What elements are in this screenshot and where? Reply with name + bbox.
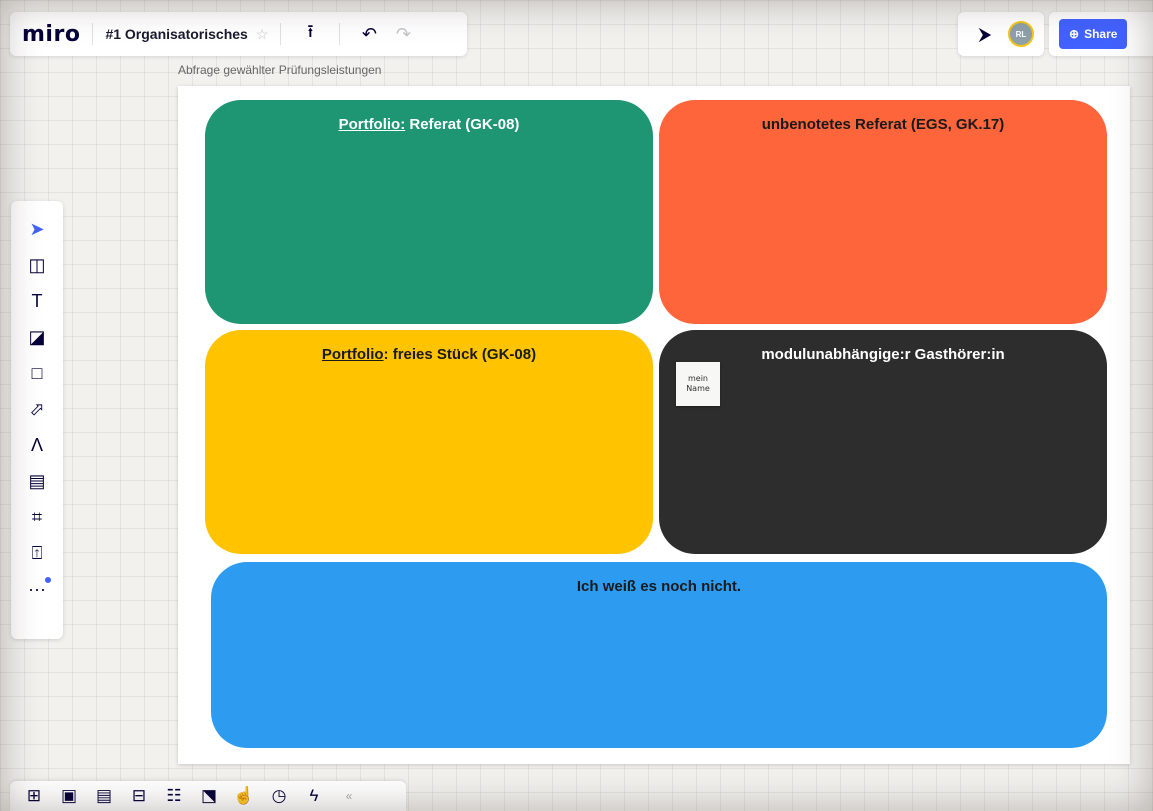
bottom-toolbar: ⊞ ▣ ▤ ⊟ ☷ ⬔ ☝ ◷ ϟ « — [10, 781, 406, 811]
divider — [280, 23, 282, 45]
vote-icon[interactable]: ☝ — [228, 782, 260, 810]
frame-icon[interactable]: ⌗ — [20, 501, 54, 533]
card-title-prefix: Portfolio: — [338, 116, 406, 133]
card-title: Ich weiß es noch nicht. — [576, 578, 742, 595]
divider — [339, 23, 341, 45]
shape-tool-icon[interactable]: □ — [20, 357, 54, 389]
sticky-line-2: Name — [686, 384, 710, 393]
sticky-line-1: mein — [687, 373, 708, 383]
templates-icon[interactable]: ◫ — [20, 249, 54, 281]
card-title: Portfolio: freies Stück (GK-08) — [322, 346, 536, 554]
avatar[interactable]: RL — [1008, 21, 1034, 47]
notification-dot — [45, 577, 51, 583]
embed-icon[interactable]: ⬔ — [193, 782, 225, 810]
card-title-prefix: Portfolio — [321, 346, 384, 363]
sticky-note-icon[interactable]: ◪ — [20, 321, 54, 353]
card-portfolio-referat[interactable]: Portfolio: Referat (GK-08) — [205, 100, 653, 324]
card-noch-nicht[interactable]: Ich weiß es noch nicht. — [211, 562, 1107, 748]
pen-icon[interactable]: Λ — [20, 429, 54, 461]
card-gasthoerer[interactable]: modulunabhängige:r Gasthörer:in — [659, 330, 1107, 554]
star-icon[interactable]: ☆ — [256, 26, 269, 43]
frame-label[interactable]: Abfrage gewählter Prüfungsleistungen — [178, 63, 381, 77]
text-tool-icon[interactable]: T — [20, 285, 54, 317]
card-title: modulunabhängige:r Gasthörer:in — [761, 346, 1005, 363]
share-bar: ⊕ Share — [1049, 12, 1153, 56]
divider — [92, 23, 94, 45]
kanban-icon[interactable]: ☷ — [158, 782, 190, 810]
card-portfolio-freies-stueck[interactable]: Portfolio: freies Stück (GK-08) — [205, 330, 653, 554]
card-title: unbenotetes Referat (EGS, GK.17) — [761, 116, 1005, 133]
cards-icon[interactable]: ⊟ — [123, 782, 155, 810]
share-label: Share — [1084, 27, 1118, 41]
timer-icon[interactable]: ◷ — [263, 782, 295, 810]
grid-icon[interactable]: ⊞ — [18, 782, 50, 810]
upload-icon[interactable]: ⍐ — [20, 537, 54, 569]
share-button[interactable]: ⊕ Share — [1059, 19, 1128, 49]
sticky-note[interactable]: mein Name — [676, 362, 720, 406]
select-tool-icon[interactable]: ➤ — [20, 213, 54, 245]
more-tools-button[interactable]: ··· — [20, 573, 54, 605]
card-title-rest: Referat (GK-08) — [405, 116, 520, 133]
undo-icon[interactable]: ↶ — [352, 17, 386, 51]
comment-icon[interactable]: ▤ — [20, 465, 54, 497]
card-title: Portfolio: Referat (GK-08) — [339, 116, 520, 324]
top-left-bar: miro #1 Organisatorisches ☆ ⭱ ↶ ↷ — [10, 12, 467, 56]
presence-bar: ⮞ RL — [958, 12, 1044, 56]
redo-icon[interactable]: ↷ — [386, 17, 420, 51]
miro-logo[interactable]: miro — [22, 22, 80, 47]
apps-icon[interactable]: ϟ — [298, 782, 330, 810]
more-icon: ··· — [28, 578, 46, 599]
presentation-icon[interactable]: ▣ — [53, 782, 85, 810]
board-title[interactable]: #1 Organisatorisches — [105, 26, 247, 42]
globe-icon: ⊕ — [1069, 27, 1080, 41]
cursor-toggle-icon[interactable]: ⮞ — [968, 17, 1002, 51]
card-title-rest: : freies Stück (GK-08) — [383, 346, 537, 363]
connector-icon[interactable]: ⬀ — [20, 393, 54, 425]
card-unbenotetes-referat[interactable]: unbenotetes Referat (EGS, GK.17) — [659, 100, 1107, 324]
export-icon[interactable]: ⭱ — [293, 17, 327, 51]
left-toolbar: ➤ ◫ T ◪ □ ⬀ Λ ▤ ⌗ ⍐ ··· — [11, 201, 63, 639]
list-icon[interactable]: ▤ — [88, 782, 120, 810]
collapse-icon[interactable]: « — [333, 782, 365, 810]
